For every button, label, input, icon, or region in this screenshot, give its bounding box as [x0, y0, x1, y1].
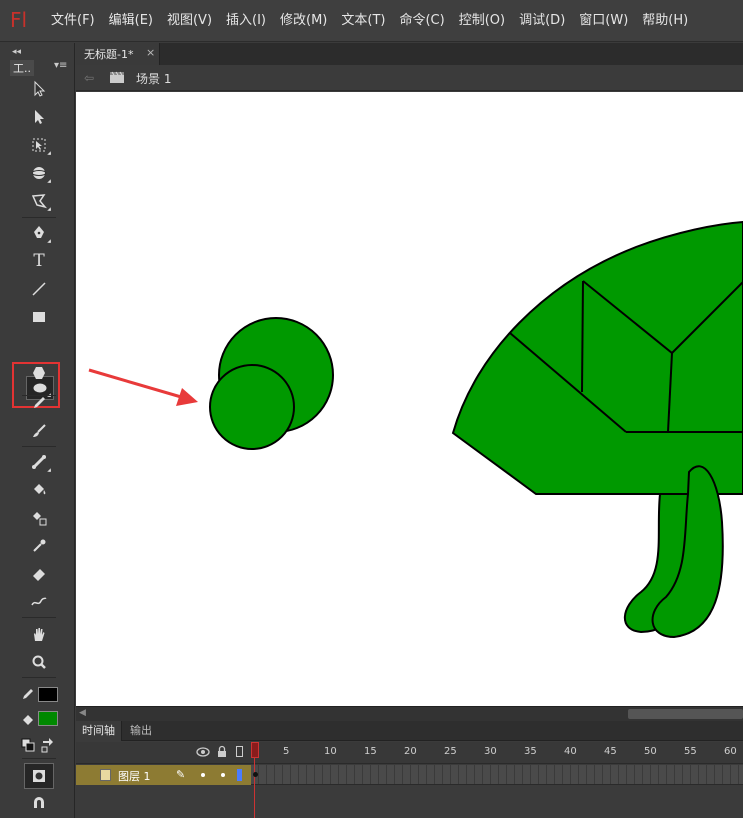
visibility-dot[interactable]: [201, 773, 205, 777]
outline-icon[interactable]: [236, 746, 243, 757]
timeline-panel: 时间轴 输出 1 5 10 15 20 25 30 35 40 45 50 55…: [76, 721, 743, 818]
scrollbar-thumb[interactable]: [628, 709, 743, 719]
playhead-handle[interactable]: [251, 742, 259, 758]
frame-number: 5: [283, 746, 290, 757]
bone-tool-icon[interactable]: [25, 450, 53, 474]
menu-bar: Fl 文件(F) 编辑(E) 视图(V) 插入(I) 修改(M) 文本(T) 命…: [0, 0, 743, 42]
menu-control[interactable]: 控制(O): [452, 0, 512, 42]
annotation-arrow-line: [88, 368, 189, 401]
layer-icon: [100, 769, 111, 781]
eyedropper-tool-icon[interactable]: [25, 534, 53, 558]
pen-tool-icon[interactable]: [25, 221, 53, 245]
menu-debug[interactable]: 调试(D): [512, 0, 572, 42]
turtle-shell[interactable]: [451, 220, 743, 495]
ink-bottle-tool-icon[interactable]: [25, 506, 53, 530]
small-circle[interactable]: [209, 364, 295, 450]
scroll-left-icon[interactable]: ◀: [79, 708, 86, 718]
app-logo: Fl: [10, 8, 28, 32]
scene-clapper-icon: [110, 71, 124, 83]
snap-magnet-icon[interactable]: [25, 791, 53, 815]
document-tabbar: 无标题-1* ×: [76, 43, 743, 65]
menu-file[interactable]: 文件(F): [44, 0, 102, 42]
frame-number: 15: [364, 746, 377, 757]
menu-commands[interactable]: 命令(C): [392, 0, 451, 42]
free-transform-tool-icon[interactable]: [25, 133, 53, 157]
brush-tool-icon[interactable]: [25, 419, 53, 443]
3d-rotation-tool-icon[interactable]: [25, 161, 53, 185]
eraser-tool-icon[interactable]: [25, 562, 53, 586]
swap-colors-icon[interactable]: [34, 733, 62, 757]
timeline-header: 1 5 10 15 20 25 30 35 40 45 50 55 60: [76, 742, 743, 764]
hand-tool-icon[interactable]: [25, 622, 53, 646]
zoom-tool-icon[interactable]: [25, 650, 53, 674]
menu-insert[interactable]: 插入(I): [219, 0, 273, 42]
frames-row[interactable]: [251, 765, 743, 785]
tools-title[interactable]: 工..: [10, 60, 34, 76]
menu-help[interactable]: 帮助(H): [635, 0, 695, 42]
menu-edit[interactable]: 编辑(E): [102, 0, 160, 42]
menu-window[interactable]: 窗口(W): [572, 0, 635, 42]
frame-number: 45: [604, 746, 617, 757]
paint-bucket-tool-icon[interactable]: [25, 478, 53, 502]
frame-number: 50: [644, 746, 657, 757]
collapse-icon[interactable]: ◂◂: [12, 47, 21, 57]
stroke-color-swatch[interactable]: [38, 687, 58, 702]
stage-canvas[interactable]: [76, 92, 743, 706]
menu-view[interactable]: 视图(V): [160, 0, 219, 42]
shell-line-2: [581, 280, 584, 393]
timeline-empty-area: [76, 786, 743, 818]
polystar-tool-icon[interactable]: [25, 361, 53, 385]
text-tool-icon[interactable]: T: [25, 249, 53, 273]
layer-name[interactable]: 图层 1: [118, 768, 151, 784]
outline-color-indicator[interactable]: [237, 769, 242, 781]
edit-bar: ⇦ 场景 1: [76, 65, 743, 91]
menu-items: 文件(F) 编辑(E) 视图(V) 插入(I) 修改(M) 文本(T) 命令(C…: [44, 0, 695, 42]
line-tool-icon[interactable]: [25, 277, 53, 301]
width-tool-icon[interactable]: [25, 590, 53, 614]
fill-color-swatch[interactable]: [38, 711, 58, 726]
tab-output[interactable]: 输出: [124, 721, 158, 741]
tools-header: ◂◂ 工.. ▾≡: [4, 47, 72, 76]
selection-tool-icon[interactable]: [25, 77, 53, 101]
horizontal-scrollbar[interactable]: ◀: [76, 706, 743, 721]
frame-number: 55: [684, 746, 697, 757]
keyframe-dot: [253, 772, 258, 777]
lasso-tool-icon[interactable]: [25, 189, 53, 213]
stage[interactable]: [76, 92, 743, 706]
frame-number: 10: [324, 746, 337, 757]
frame-number: 35: [524, 746, 537, 757]
menu-text[interactable]: 文本(T): [334, 0, 392, 42]
scene-label[interactable]: 场景 1: [136, 70, 171, 87]
document-tab-title: 无标题-1*: [84, 48, 134, 61]
tab-timeline[interactable]: 时间轴: [76, 721, 122, 741]
eye-icon[interactable]: [196, 746, 210, 758]
frame-number: 20: [404, 746, 417, 757]
layer-row[interactable]: 图层 1 ✎: [76, 765, 251, 785]
menu-modify[interactable]: 修改(M): [273, 0, 334, 42]
lock-dot[interactable]: [221, 773, 225, 777]
pencil-tool-icon[interactable]: [25, 391, 53, 415]
frame-number: 30: [484, 746, 497, 757]
playhead[interactable]: [251, 742, 259, 818]
tools-panel: ◂◂ 工.. ▾≡ T: [0, 43, 75, 818]
frame-number: 40: [564, 746, 577, 757]
timeline-tabs: 时间轴 输出: [76, 721, 743, 741]
lock-icon[interactable]: [216, 745, 228, 758]
object-drawing-icon[interactable]: [24, 763, 54, 789]
text-tool-glyph: T: [33, 251, 45, 271]
playhead-line: [254, 758, 255, 818]
back-arrow-icon[interactable]: ⇦: [84, 71, 94, 85]
annotation-arrow-head: [176, 388, 198, 406]
close-icon[interactable]: ×: [146, 46, 155, 59]
subselection-tool-icon[interactable]: [25, 105, 53, 129]
frame-number: 60: [724, 746, 737, 757]
document-tab[interactable]: 无标题-1* ×: [76, 43, 160, 65]
pencil-icon: ✎: [176, 768, 186, 781]
rectangle-tool-icon[interactable]: [25, 305, 53, 329]
panel-menu-icon[interactable]: ▾≡: [54, 60, 67, 71]
frame-number: 25: [444, 746, 457, 757]
